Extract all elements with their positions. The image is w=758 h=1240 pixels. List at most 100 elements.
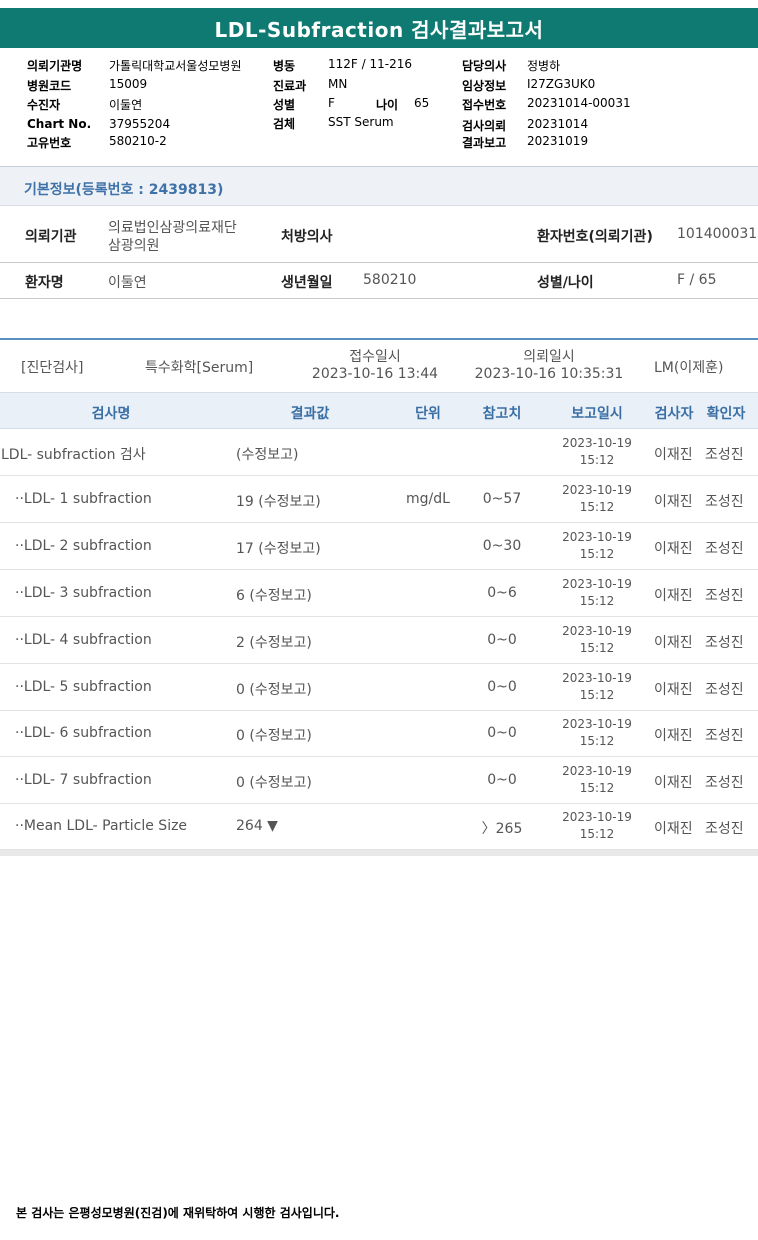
confirmer-name: 조성진 [705,541,744,557]
column-header-confirmer: 확인자 [706,406,746,422]
result-value: 17 (수정보고) [236,541,321,557]
reference-range: 0~0 [487,679,517,695]
chart-no-value: 37955204 [109,117,171,131]
column-header-result: 결과값 [290,406,330,422]
referral-hospital-value: 가톨릭대학교서울성모병원 [109,59,242,73]
reference-range: 0~0 [487,725,517,741]
report-date: 2023-10-19 [562,436,632,450]
divider [0,262,758,263]
result-value: (수정보고) [236,447,299,463]
test-name: LDL- subfraction 검사 [1,447,146,463]
tester-name: 이재진 [654,447,693,463]
test-name: ··LDL- 7 subfraction [15,772,152,788]
received-datetime-label: 접수일시 [349,349,401,365]
basic-info-header: 기본정보(등록번호 : 2439813) [0,166,758,206]
result-value: 6 (수정보고) [236,588,312,604]
patient-name-value: 이둘연 [108,275,147,291]
confirmer-name: 조성진 [705,728,744,744]
column-header-unit: 단위 [415,406,441,422]
chart-no-label: Chart No. [27,117,92,131]
exam-request-value: 20231014 [527,117,589,131]
tester-name: 이재진 [654,728,693,744]
result-value: 19 (수정보고) [236,494,321,510]
examinee-value: 이둘연 [109,98,143,112]
report-time: 15:12 [579,453,615,467]
result-report-value: 20231019 [527,134,589,148]
column-header-test-name: 검사명 [91,406,131,422]
age-value: 65 [414,96,430,110]
report-datetime: 2023-10-19 15:12 [562,623,632,657]
unique-no-value: 580210-2 [109,134,167,148]
test-name: ··LDL- 1 subfraction [15,491,152,507]
exam-specimen-type: 특수화학[Serum] [145,360,254,376]
report-date: 2023-10-19 [562,764,632,778]
report-datetime: 2023-10-19 15:12 [562,763,632,797]
department-value: MN [328,77,348,91]
table-row: ··LDL- 3 subfraction 6 (수정보고) 0~6 2023-1… [0,570,758,617]
referral-org-line1: 의료법인삼광의료재단 [108,220,237,236]
report-datetime: 2023-10-19 15:12 [562,482,632,516]
divider [0,298,758,299]
result-value: 0 (수정보고) [236,682,312,698]
age-label: 나이 [376,98,399,112]
table-row: ··LDL- 1 subfraction 19 (수정보고) mg/dL 0~5… [0,476,758,523]
hospital-code-value: 15009 [109,77,148,91]
confirmer-name: 조성진 [705,494,744,510]
clinical-info-label: 임상정보 [462,79,507,93]
report-time: 15:12 [579,594,615,608]
reference-range: 0~0 [487,772,517,788]
report-date: 2023-10-19 [562,483,632,497]
table-row: ··LDL- 6 subfraction 0 (수정보고) 0~0 2023-1… [0,710,758,757]
birth-date-value: 580210 [363,272,417,288]
table-row: ··LDL- 7 subfraction 0 (수정보고) 0~0 2023-1… [0,757,758,804]
tester-name: 이재진 [654,682,693,698]
reference-range: 0~30 [482,538,522,554]
test-name: ··LDL- 2 subfraction [15,538,152,554]
confirmer-name: 조성진 [705,775,744,791]
column-header-reference: 참고치 [482,406,522,422]
table-row: LDL- subfraction 검사 (수정보고) 2023-10-19 15:… [0,429,758,476]
result-report-label: 결과보고 [462,136,507,150]
patient-name-label: 환자명 [25,275,64,291]
referral-hospital-label: 의뢰기관명 [27,59,83,73]
requested-datetime-value: 2023-10-16 10:35:31 [474,366,624,382]
report-time: 15:12 [579,781,615,795]
report-date: 2023-10-19 [562,671,632,685]
referral-org-line2: 삼광의원 [108,238,160,254]
confirmer-name: 조성진 [705,821,744,837]
birth-date-label: 생년월일 [281,275,333,291]
examinee-label: 수진자 [27,98,61,112]
sex-label: 성별 [273,98,296,112]
table-bottom-band [0,850,758,856]
reference-range: 0~0 [487,632,517,648]
column-header-tester: 검사자 [654,406,694,422]
specimen-value: SST Serum [328,115,394,129]
sex-age-label: 성별/나이 [537,275,594,291]
department-label: 진료과 [273,79,307,93]
patient-number-label: 환자번호(의뢰기관) [537,229,653,245]
report-datetime: 2023-10-19 15:12 [562,576,632,610]
report-time: 15:12 [579,734,615,748]
tester-name: 이재진 [654,541,693,557]
table-row: ··Mean LDL- Particle Size 264 ▼ 〉265 202… [0,803,758,850]
confirmer-name: 조성진 [705,447,744,463]
reference-range: 0~6 [487,585,517,601]
result-value: 0 (수정보고) [236,728,312,744]
report-datetime: 2023-10-19 15:12 [562,670,632,704]
report-date: 2023-10-19 [562,624,632,638]
test-name: ··LDL- 6 subfraction [15,725,152,741]
tester-name: 이재진 [654,588,693,604]
test-name: ··Mean LDL- Particle Size [15,818,188,834]
specimen-label: 검체 [273,117,296,131]
test-name: ··LDL- 5 subfraction [15,679,152,695]
clinical-info-value: I27ZG3UK0 [527,77,596,91]
test-name: ··LDL- 3 subfraction [15,585,152,601]
exam-request-label: 검사의뢰 [462,119,507,133]
table-row: ··LDL- 2 subfraction 17 (수정보고) 0~30 2023… [0,523,758,570]
referral-org-label: 의뢰기관 [25,229,77,245]
tester-name: 이재진 [654,775,693,791]
confirmer-name: 조성진 [705,682,744,698]
footer-note: 본 검사는 은평성모병원(진검)에 재위탁하여 시행한 검사입니다. [16,1206,340,1220]
table-row: ··LDL- 4 subfraction 2 (수정보고) 0~0 2023-1… [0,617,758,664]
report-title: LDL-Subfraction 검사결과보고서 [0,8,758,48]
